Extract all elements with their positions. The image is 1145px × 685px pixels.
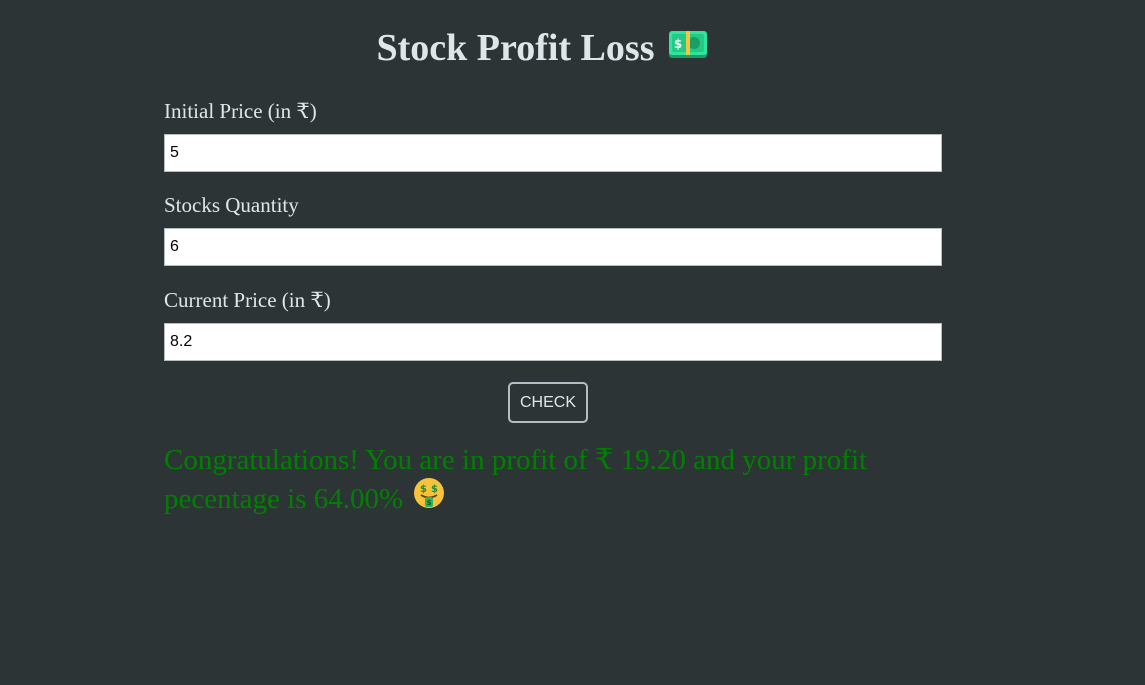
initial-price-label: Initial Price (in ₹) [164,99,317,123]
svg-text:$: $ [427,499,432,507]
check-button[interactable]: CHECK [508,382,588,423]
svg-text:$: $ [431,484,438,495]
current-price-input[interactable] [164,323,942,361]
stocks-quantity-label: Stocks Quantity [164,193,299,217]
page-title: Stock Profit Loss $ [0,26,1085,73]
svg-text:$: $ [674,37,682,51]
current-price-label: Current Price (in ₹) [164,288,331,312]
page-title-text: Stock Profit Loss [376,27,655,69]
initial-price-input[interactable] [164,134,942,172]
svg-text:$: $ [420,484,427,495]
money-banknote-icon: $ [668,26,708,70]
money-mouth-face-icon: $ $ $ [413,477,445,520]
stocks-quantity-input[interactable] [164,228,942,266]
result-message-text: Congratulations! You are in profit of ₹ … [164,444,868,516]
result-message: Congratulations! You are in profit of ₹ … [164,441,924,523]
